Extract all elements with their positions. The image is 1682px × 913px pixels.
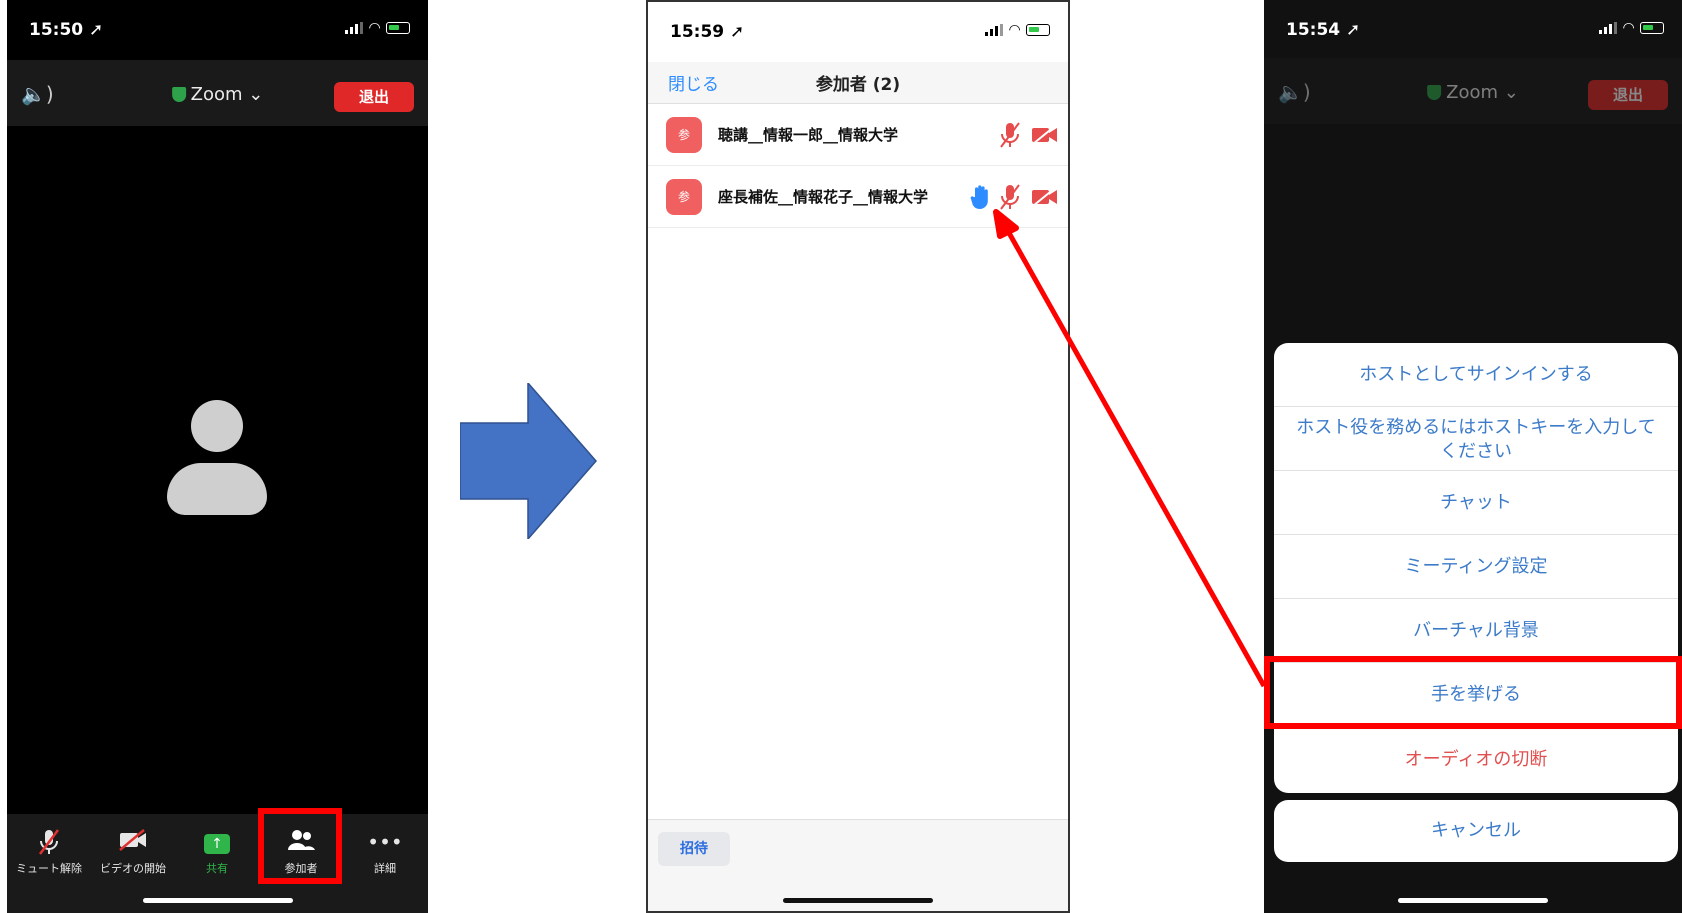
battery-icon — [1026, 24, 1050, 36]
share-arrow-icon: ↑ — [204, 833, 230, 854]
participants-highlight-box — [258, 808, 342, 884]
page-title: 参加者 (2) — [815, 75, 901, 95]
muted-mic-icon — [1000, 122, 1020, 148]
unmute-label: ミュート解除 — [16, 862, 82, 875]
raised-hand-icon — [970, 185, 988, 210]
more-button[interactable]: ••• 詳細 — [343, 828, 427, 876]
participants-footer: 招待 — [648, 819, 1068, 911]
speaker-icon[interactable]: 🔈) — [21, 82, 54, 106]
speaker-icon: 🔈) — [1278, 80, 1311, 104]
video-off-icon — [1032, 187, 1057, 207]
meeting-settings-item[interactable]: ミーティング設定 — [1274, 535, 1678, 599]
share-button[interactable]: ↑ 共有 — [175, 828, 259, 876]
avatar-body — [167, 463, 267, 515]
share-label: 共有 — [206, 862, 228, 875]
status-bar: 15:54 ➚ ◠ — [1264, 0, 1682, 60]
participant-name: 聴講__情報一郎__情報大学 — [718, 126, 899, 144]
muted-mic-icon — [7, 828, 91, 856]
status-bar: 15:59 ➚ ◠ — [648, 2, 1068, 62]
status-time: 15:54 ➚ — [1286, 20, 1361, 40]
chevron-down-icon: ⌄ — [1503, 82, 1519, 103]
cancel-button[interactable]: キャンセル — [1274, 800, 1678, 862]
leave-button[interactable]: 退出 — [334, 82, 414, 112]
meeting-info-dropdown[interactable]: Zoom ⌄ — [171, 84, 264, 105]
meeting-top-bar: 🔈) Zoom ⌄ 退出 — [1264, 58, 1682, 124]
unmute-button[interactable]: ミュート解除 — [7, 828, 91, 876]
meeting-label: Zoom — [1446, 82, 1499, 103]
shield-icon — [171, 87, 186, 102]
shield-icon — [1427, 85, 1442, 100]
battery-icon — [1640, 22, 1664, 34]
invite-button[interactable]: 招待 — [658, 832, 730, 866]
participant-avatar: 参 — [666, 117, 702, 153]
participants-screen: 15:59 ➚ ◠ 閉じる 参加者 (2) 参 聴講__情報一郎__情報大学 参… — [646, 0, 1070, 913]
meeting-more-menu-screen: 15:54 ➚ ◠ 🔈) Zoom ⌄ 退出 ホストとしてサインインする ホスト… — [1264, 0, 1682, 913]
status-icons: ◠ — [985, 22, 1050, 38]
wifi-icon: ◠ — [1623, 20, 1634, 36]
battery-icon — [386, 22, 410, 34]
muted-mic-icon — [1000, 184, 1020, 210]
more-dots-icon: ••• — [367, 830, 403, 854]
signal-icon — [1599, 22, 1618, 34]
chevron-down-icon: ⌄ — [248, 84, 264, 105]
wifi-icon: ◠ — [1009, 22, 1020, 38]
more-label: 詳細 — [374, 862, 396, 875]
video-off-icon — [1032, 125, 1057, 145]
meeting-info-dropdown: Zoom ⌄ — [1427, 82, 1519, 103]
enter-host-key-item[interactable]: ホスト役を務めるにはホストキーを入力してください — [1274, 407, 1678, 471]
status-time: 15:59 ➚ — [670, 22, 745, 42]
start-video-button[interactable]: ビデオの開始 — [91, 828, 175, 876]
meeting-top-bar: 🔈) Zoom ⌄ 退出 — [7, 60, 428, 126]
wifi-icon: ◠ — [369, 20, 380, 36]
signal-icon — [345, 22, 364, 34]
home-indicator — [1398, 898, 1548, 903]
disconnect-audio-item[interactable]: オーディオの切断 — [1274, 727, 1678, 793]
zoom-meeting-screen: 15:50 ➚ ◠ 🔈) Zoom ⌄ 退出 ミュート解除 ビデオの開始 ↑ 共… — [7, 0, 428, 913]
home-indicator — [783, 898, 933, 903]
virtual-background-item[interactable]: バーチャル背景 — [1274, 599, 1678, 663]
status-icons: ◠ — [345, 20, 410, 36]
start-video-label: ビデオの開始 — [100, 862, 166, 875]
status-bar: 15:50 ➚ ◠ — [7, 0, 428, 60]
participants-header: 閉じる 参加者 (2) — [648, 62, 1068, 104]
status-time: 15:50 ➚ — [29, 20, 104, 40]
chat-item[interactable]: チャット — [1274, 471, 1678, 535]
meeting-toolbar: ミュート解除 ビデオの開始 ↑ 共有 参加者 ••• 詳細 — [7, 814, 428, 913]
raise-hand-highlight-box — [1264, 656, 1682, 729]
signal-icon — [985, 24, 1004, 36]
avatar — [191, 400, 243, 452]
participant-row[interactable]: 参 座長補佐__情報花子__情報大学 — [648, 166, 1068, 228]
participant-name: 座長補佐__情報花子__情報大学 — [718, 188, 929, 206]
status-icons: ◠ — [1599, 20, 1664, 36]
leave-button: 退出 — [1588, 80, 1668, 110]
sign-in-as-host-item[interactable]: ホストとしてサインインする — [1274, 343, 1678, 407]
participant-avatar: 参 — [666, 179, 702, 215]
meeting-label: Zoom — [190, 84, 243, 105]
participant-row[interactable]: 参 聴講__情報一郎__情報大学 — [648, 104, 1068, 166]
home-indicator — [142, 898, 293, 903]
right-arrow-icon — [460, 383, 597, 539]
video-off-icon — [91, 828, 175, 856]
